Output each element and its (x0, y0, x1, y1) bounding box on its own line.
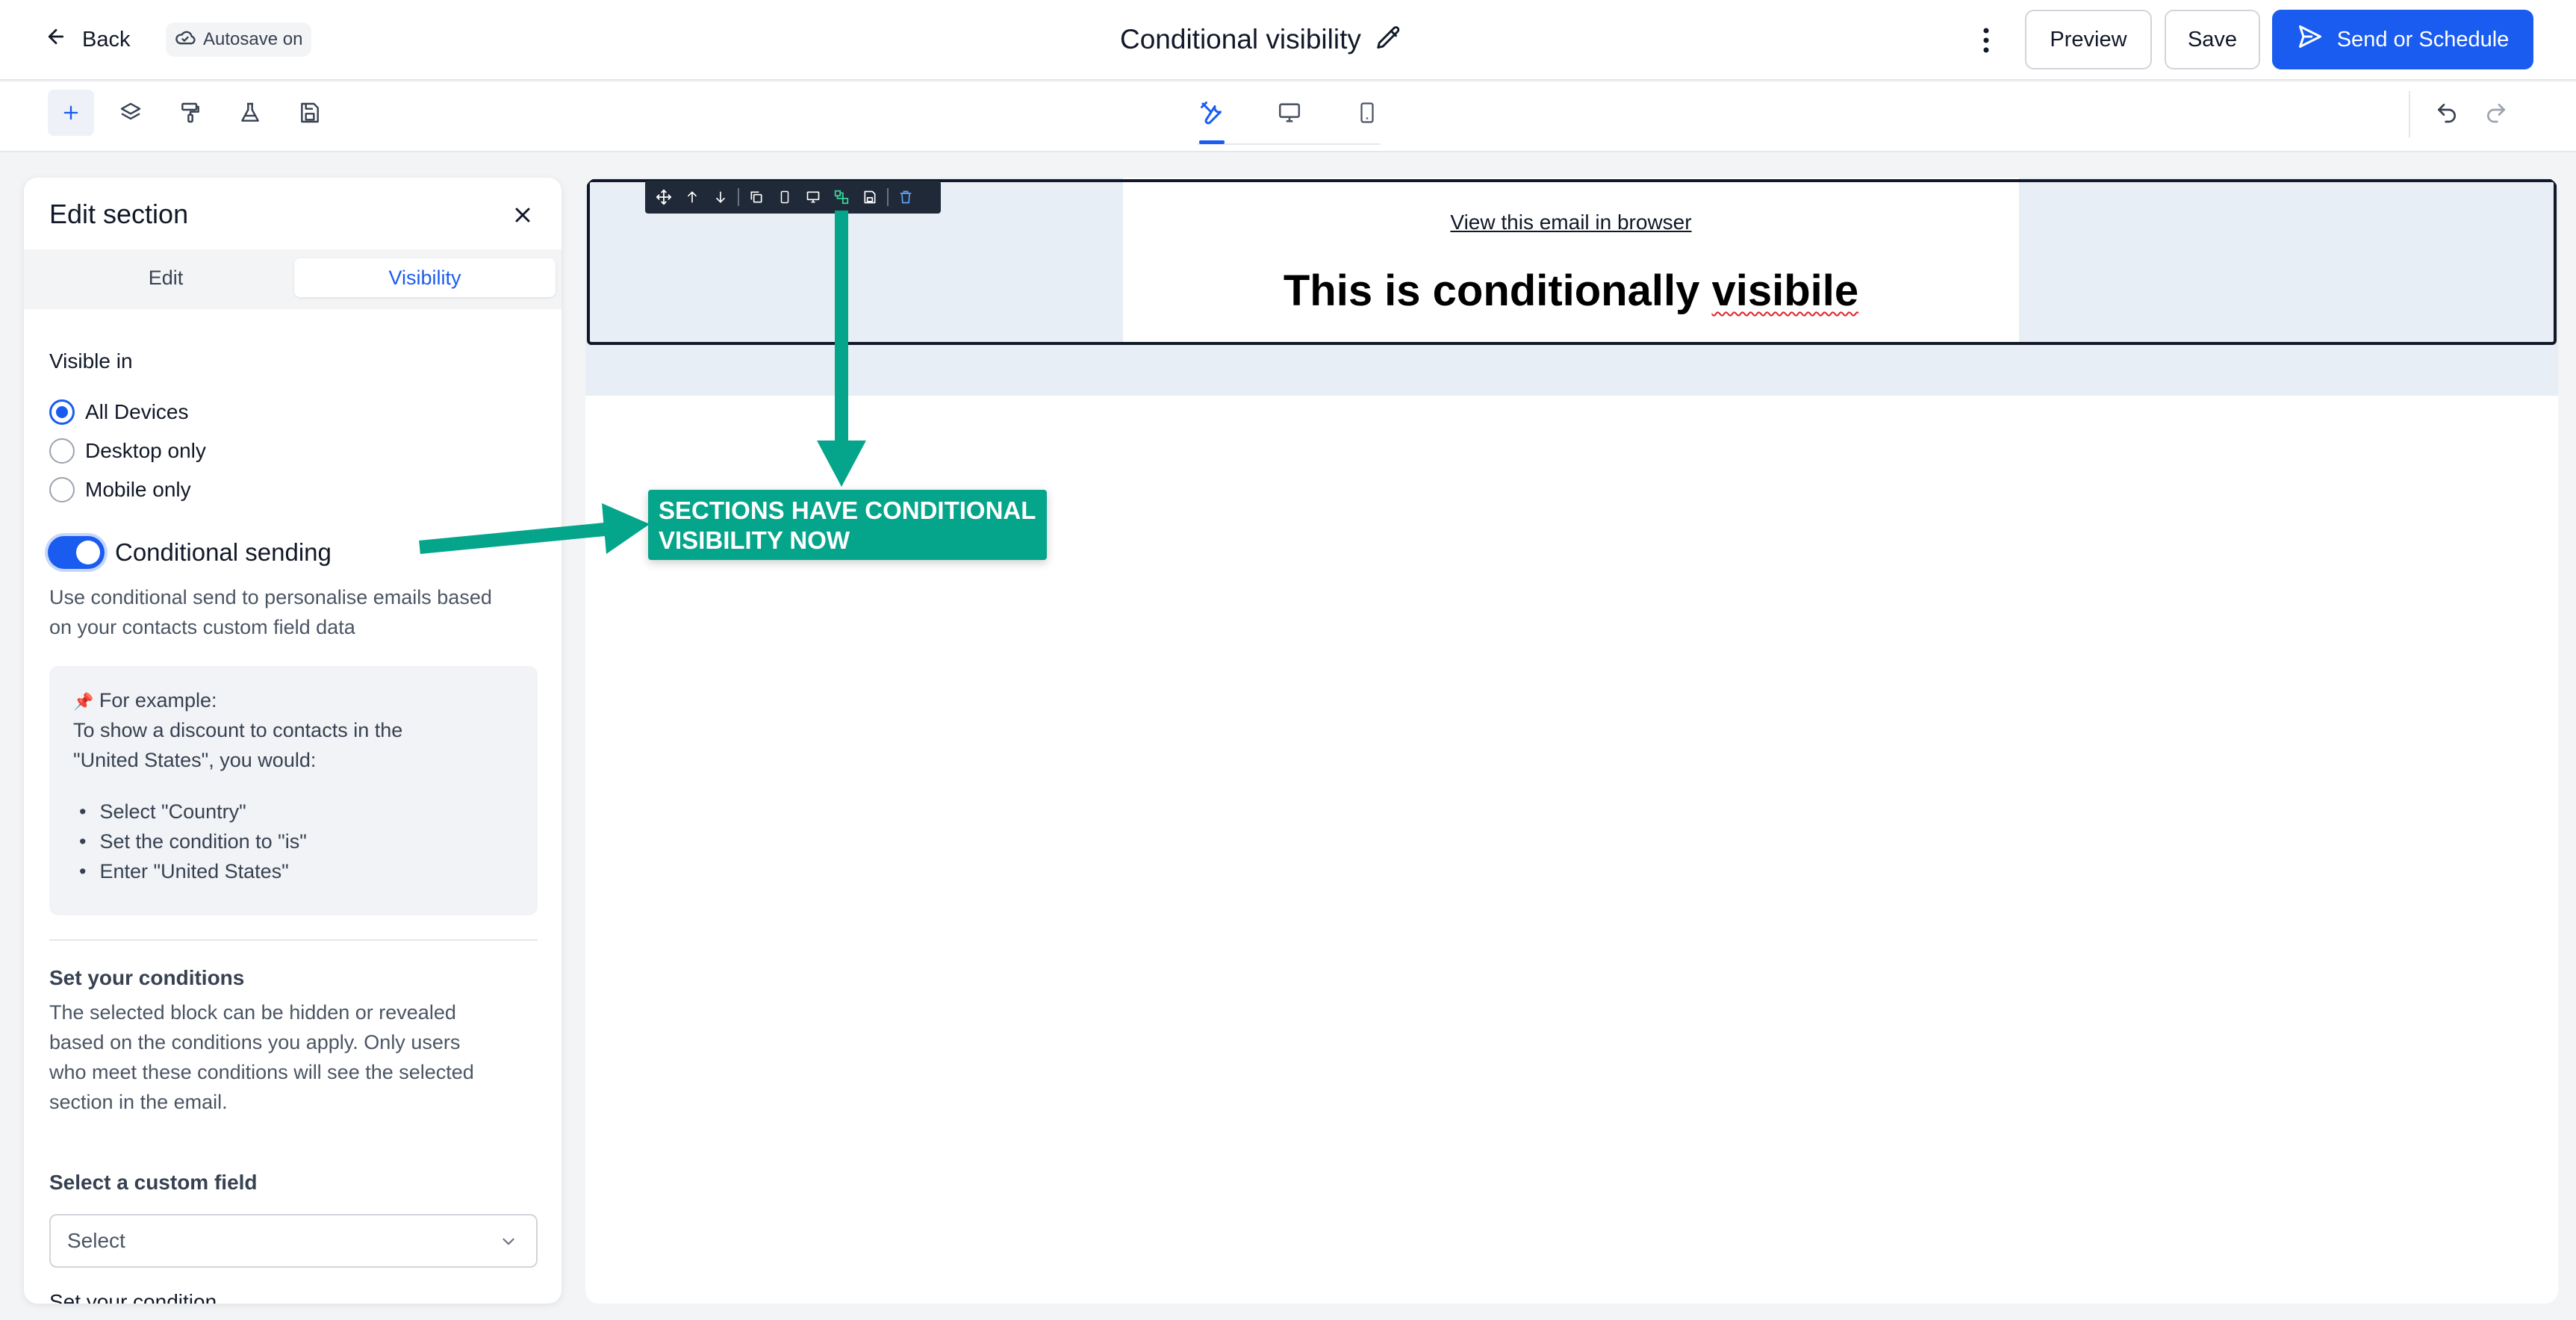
flask-icon[interactable] (227, 90, 273, 136)
custom-field-select[interactable]: Select (49, 1214, 538, 1268)
more-options-icon[interactable] (1971, 22, 2001, 58)
conditional-sending-label: Conditional sending (115, 538, 332, 566)
arrow-up-icon[interactable] (678, 182, 706, 212)
edit-section-panel: Edit section Edit Visibility Visible in … (24, 178, 561, 1304)
conditional-visibility-icon[interactable] (827, 182, 856, 212)
back-label: Back (82, 27, 131, 52)
send-icon (2297, 23, 2324, 56)
annotation-callout: SECTIONS HAVE CONDITIONAL VISIBILITY NOW (648, 490, 1047, 560)
example-bullet: • Set the condition to "is" (79, 830, 307, 853)
preview-label: Preview (2050, 27, 2127, 52)
redo-icon[interactable] (2473, 90, 2519, 136)
divider (49, 939, 538, 941)
design-tools-icon[interactable] (1186, 87, 1238, 139)
page-title: Conditional visibility (1120, 24, 1361, 55)
section-toolbar (645, 181, 941, 214)
cloud-check-icon (175, 27, 196, 53)
email-canvas: View this email in browser This is condi… (585, 178, 2558, 1304)
save-icon[interactable] (287, 90, 333, 136)
toolbar-separator (738, 188, 739, 206)
radio-button[interactable] (49, 438, 75, 464)
autosave-label: Autosave on (203, 29, 303, 49)
example-box: 📌 For example: To show a discount to con… (49, 666, 538, 915)
custom-field-label: Select a custom field (49, 1171, 258, 1194)
arrow-left-icon (45, 25, 67, 54)
visible-in-label: Visible in (49, 349, 133, 373)
mobile-visibility-icon[interactable] (771, 182, 799, 212)
tab-visibility[interactable]: Visibility (294, 258, 556, 297)
select-value: Select (67, 1229, 125, 1252)
description-line: who meet these conditions will see the s… (49, 1061, 474, 1083)
panel-tabs: Edit Visibility (24, 249, 561, 309)
chevron-down-icon (499, 1232, 518, 1255)
panel-header: Edit section (24, 178, 561, 249)
tab-edit[interactable]: Edit (54, 258, 278, 297)
editor-toolbar (0, 82, 2576, 152)
example-line: "United States", you would: (73, 749, 317, 771)
move-icon[interactable] (650, 182, 678, 212)
send-label: Send or Schedule (2336, 27, 2510, 52)
radio-mobile-only[interactable]: Mobile only (49, 475, 191, 505)
active-tab-indicator (1199, 140, 1225, 144)
radio-button-selected[interactable] (49, 399, 75, 425)
example-heading-text: For example: (99, 689, 217, 712)
title-area: Conditional visibility (1120, 16, 1463, 63)
radio-all-devices[interactable]: All Devices (49, 397, 188, 427)
radio-label: Mobile only (85, 478, 191, 501)
toolbar-separator (2409, 91, 2410, 137)
description-line: The selected block can be hidden or reve… (49, 1001, 456, 1024)
conditions-title: Set your conditions (49, 966, 245, 989)
radio-label: Desktop only (85, 439, 206, 462)
paint-roller-icon[interactable] (167, 90, 214, 136)
conditional-sending-row: Conditional sending (48, 532, 332, 573)
top-bar: Back Autosave on Conditional visibility … (0, 0, 2576, 81)
view-tabs-line (1198, 143, 1380, 145)
preview-button[interactable]: Preview (2025, 10, 2152, 69)
duplicate-icon[interactable] (742, 182, 771, 212)
desktop-icon[interactable] (1263, 87, 1316, 139)
conditional-description: Use conditional send to personalise emai… (49, 582, 542, 642)
desktop-visibility-icon[interactable] (799, 182, 827, 212)
bullet-text: Set the condition to "is" (99, 830, 307, 853)
example-bullet: • Select "Country" (79, 800, 246, 823)
autosave-status: Autosave on (166, 22, 312, 57)
delete-icon[interactable] (892, 182, 920, 212)
radio-label: All Devices (85, 400, 189, 423)
add-icon[interactable] (48, 90, 94, 136)
example-bullet: • Enter "United States" (79, 860, 289, 882)
pushpin-icon: 📌 (73, 692, 94, 711)
description-line: on your contacts custom field data (49, 616, 355, 638)
mobile-icon[interactable] (1341, 87, 1393, 139)
radio-desktop-only[interactable]: Desktop only (49, 436, 206, 466)
conditions-description: The selected block can be hidden or reve… (49, 997, 542, 1117)
bullet-text: Enter "United States" (99, 860, 289, 882)
send-or-schedule-button[interactable]: Send or Schedule (2272, 10, 2533, 69)
condition-label-partial: Set your condition (49, 1290, 217, 1304)
description-line: based on the conditions you apply. Only … (49, 1031, 461, 1053)
description-line: Use conditional send to personalise emai… (49, 586, 492, 608)
undo-icon[interactable] (2424, 90, 2470, 136)
example-heading: 📌 For example: (73, 685, 217, 717)
bullet-text: Select "Country" (99, 800, 246, 823)
description-line: section in the email. (49, 1091, 228, 1113)
callout-line: SECTIONS HAVE CONDITIONAL (659, 496, 1036, 524)
layers-icon[interactable] (108, 90, 154, 136)
pencil-icon[interactable] (1375, 24, 1403, 56)
conditional-sending-toggle[interactable] (48, 536, 105, 569)
close-icon[interactable] (506, 199, 539, 231)
arrow-down-icon[interactable] (706, 182, 735, 212)
toolbar-separator (887, 188, 889, 206)
panel-title: Edit section (49, 199, 189, 229)
save-block-icon[interactable] (856, 182, 884, 212)
back-button[interactable]: Back (45, 21, 130, 58)
radio-button[interactable] (49, 477, 75, 502)
save-label: Save (2187, 27, 2238, 52)
callout-line: VISIBILITY NOW (659, 526, 850, 554)
save-button[interactable]: Save (2165, 10, 2260, 69)
example-line: To show a discount to contacts in the (73, 719, 403, 741)
